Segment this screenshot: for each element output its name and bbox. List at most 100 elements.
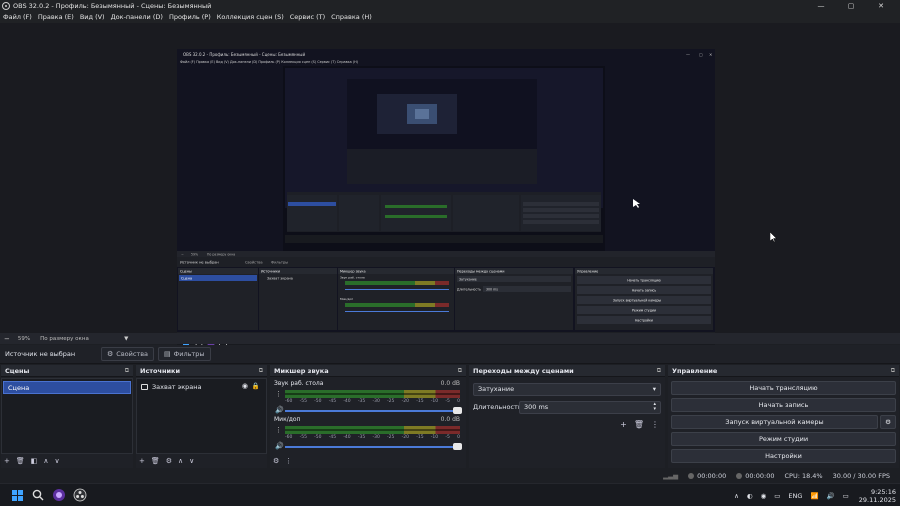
menu-edit[interactable]: Правка (E) [38, 13, 74, 21]
svg-text:−: − [181, 253, 184, 257]
nested-title: OBS 32.0.2 - Профиль: Безымянный - Сцены… [183, 52, 305, 57]
zoom-out-button[interactable]: − [4, 335, 10, 343]
zoom-mode-select[interactable]: По размеру окна [40, 336, 120, 342]
volume-slider-handle[interactable] [453, 443, 462, 450]
transition-select[interactable]: Затухание ▾ [473, 382, 661, 396]
tray-headset-icon[interactable]: ▭ [774, 492, 780, 500]
menu-profile[interactable]: Профиль (P) [169, 13, 211, 21]
add-scene-button[interactable]: + [4, 457, 10, 465]
move-down-icon[interactable]: ∨ [55, 457, 60, 465]
scene-item[interactable]: Сцена [3, 381, 131, 394]
remove-scene-icon[interactable]: 🗑 [16, 457, 25, 465]
volume-slider[interactable] [285, 410, 460, 412]
remove-transition-icon[interactable]: 🗑 [634, 420, 644, 429]
start-streaming-button[interactable]: Начать трансляцию [671, 381, 896, 395]
kebab-menu-icon[interactable]: ⋮ [275, 426, 282, 434]
app-icon[interactable] [51, 487, 67, 503]
add-source-button[interactable]: + [139, 457, 145, 465]
chevron-up-icon[interactable]: ∧ [734, 492, 739, 500]
speaker-icon[interactable]: 🔊 [275, 442, 284, 450]
preview-canvas[interactable]: OBS 32.0.2 - Профиль: Безымянный - Сцены… [177, 49, 715, 353]
menu-file[interactable]: Файл (F) [3, 13, 32, 21]
nested-duration-label: Длительность [457, 288, 481, 292]
wifi-icon[interactable]: 📶 [810, 492, 818, 500]
undock-icon[interactable]: ⧉ [891, 367, 895, 375]
menu-docks[interactable]: Док-панели (D) [111, 13, 163, 21]
mixer-menu-icon[interactable]: ⋮ [285, 457, 292, 465]
volume-icon[interactable]: 🔊 [827, 492, 835, 500]
language-indicator[interactable]: ENG [788, 492, 802, 500]
menu-tools[interactable]: Сервис (T) [290, 13, 325, 21]
nested-studio-mode: Режим студии [632, 309, 656, 313]
start-recording-button[interactable]: Начать запись [671, 398, 896, 412]
source-properties-icon[interactable]: ⚙ [166, 457, 172, 465]
tray-obs-icon[interactable]: ◉ [761, 492, 767, 500]
network-bars-icon: ▂▃▅ [663, 472, 679, 480]
audio-mixer-dock: Микшер звука ⧉ Звук раб. стола 0.0 dB ⋮ -… [270, 365, 466, 468]
mixer-channel: Мик/доп 0.0 dB ⋮ -60 -55 -50 -45 -40 -35 -30 -2… [272, 416, 464, 452]
start-button[interactable] [9, 487, 25, 503]
settings-button[interactable]: Настройки [671, 449, 896, 463]
add-transition-button[interactable]: + [620, 420, 627, 429]
maximize-button[interactable]: ▢ [836, 0, 866, 11]
battery-icon[interactable]: ▭ [843, 492, 849, 500]
preview-area[interactable]: OBS 32.0.2 - Профиль: Безымянный - Сцены… [0, 23, 900, 353]
start-virtual-camera-button[interactable]: Запуск виртуальной камеры [671, 415, 878, 429]
properties-button[interactable]: ⚙ Свойства [101, 347, 155, 361]
volume-slider-handle[interactable] [453, 407, 462, 414]
duration-label: Длительность [473, 403, 522, 411]
transition-menu-icon[interactable]: ⋮ [651, 420, 659, 429]
nested-start-stream: Начать трансляцию [627, 279, 661, 283]
minimize-button[interactable]: — [806, 0, 836, 11]
virtual-camera-settings-button[interactable]: ⚙ [880, 415, 896, 429]
volume-slider[interactable] [285, 446, 460, 448]
advanced-audio-gear-icon[interactable]: ⚙ [273, 457, 279, 465]
spin-arrows-icon[interactable]: ▴ ▾ [653, 402, 656, 412]
nested-filters: Фильтры [271, 261, 288, 265]
filters-button[interactable]: ▤ Фильтры [158, 347, 211, 361]
filter-icon: ▤ [164, 350, 171, 358]
channel-name: Звук раб. стола [274, 380, 324, 387]
menu-help[interactable]: Справка (H) [331, 13, 372, 21]
sources-title: Источники [140, 366, 180, 375]
lock-icon[interactable]: 🔒 [252, 382, 260, 390]
studio-mode-button[interactable]: Режим студии [671, 432, 896, 446]
move-down-icon[interactable]: ∨ [189, 457, 194, 465]
nested-controls-title: Управление [577, 270, 598, 274]
undock-icon[interactable]: ⧉ [259, 367, 263, 375]
windows-logo-icon [11, 489, 23, 501]
chevron-down-icon: ▾ [652, 385, 656, 393]
remove-source-icon[interactable]: 🗑 [151, 457, 160, 465]
clock[interactable]: 9:25:16 29.11.2025 [859, 488, 896, 504]
record-time: 00:00:00 [745, 472, 775, 480]
undock-icon[interactable]: ⧉ [657, 367, 661, 375]
duration-input[interactable]: 300 ms ▴ ▾ [519, 400, 661, 414]
nested-menu: Файл (F) Правка (E) Вид (V) Док-панели (… [180, 60, 359, 64]
tray-app-icon[interactable]: ◐ [747, 492, 753, 500]
transitions-title: Переходы между сценами [473, 366, 574, 375]
sources-list[interactable]: Захват экрана ◉ 🔒 [136, 378, 267, 454]
menu-scene-collection[interactable]: Коллекция сцен (S) [217, 13, 284, 21]
nested-virtual-cam: Запуск виртуальной камеры [613, 299, 662, 303]
undock-icon[interactable]: ⧉ [458, 367, 462, 375]
move-up-icon[interactable]: ∧ [43, 457, 48, 465]
nested-settings: Настройки [635, 319, 653, 323]
nested-source-item: Захват экрана [267, 277, 293, 281]
chevron-down-icon[interactable]: ▼ [124, 336, 128, 342]
scenes-list[interactable]: Сцена [1, 378, 133, 454]
close-button[interactable]: ✕ [866, 0, 896, 11]
obs-taskbar-icon[interactable] [72, 487, 88, 503]
gear-icon: ⚙ [885, 418, 891, 426]
menu-view[interactable]: Вид (V) [80, 13, 105, 21]
kebab-menu-icon[interactable]: ⋮ [275, 390, 282, 398]
search-icon[interactable] [30, 487, 46, 503]
eye-icon[interactable]: ◉ [242, 382, 248, 390]
menu-bar: Файл (F) Правка (E) Вид (V) Док-панели (… [0, 11, 900, 23]
source-item[interactable]: Захват экрана ◉ 🔒 [137, 381, 266, 393]
mixer-title: Микшер звука [274, 366, 329, 375]
move-up-icon[interactable]: ∧ [178, 457, 183, 465]
undock-icon[interactable]: ⧉ [125, 367, 129, 375]
scene-filters-icon[interactable]: ◧ [31, 457, 38, 465]
fps-counter: 30.00 / 30.00 FPS [832, 472, 890, 480]
speaker-icon[interactable]: 🔊 [275, 406, 284, 414]
